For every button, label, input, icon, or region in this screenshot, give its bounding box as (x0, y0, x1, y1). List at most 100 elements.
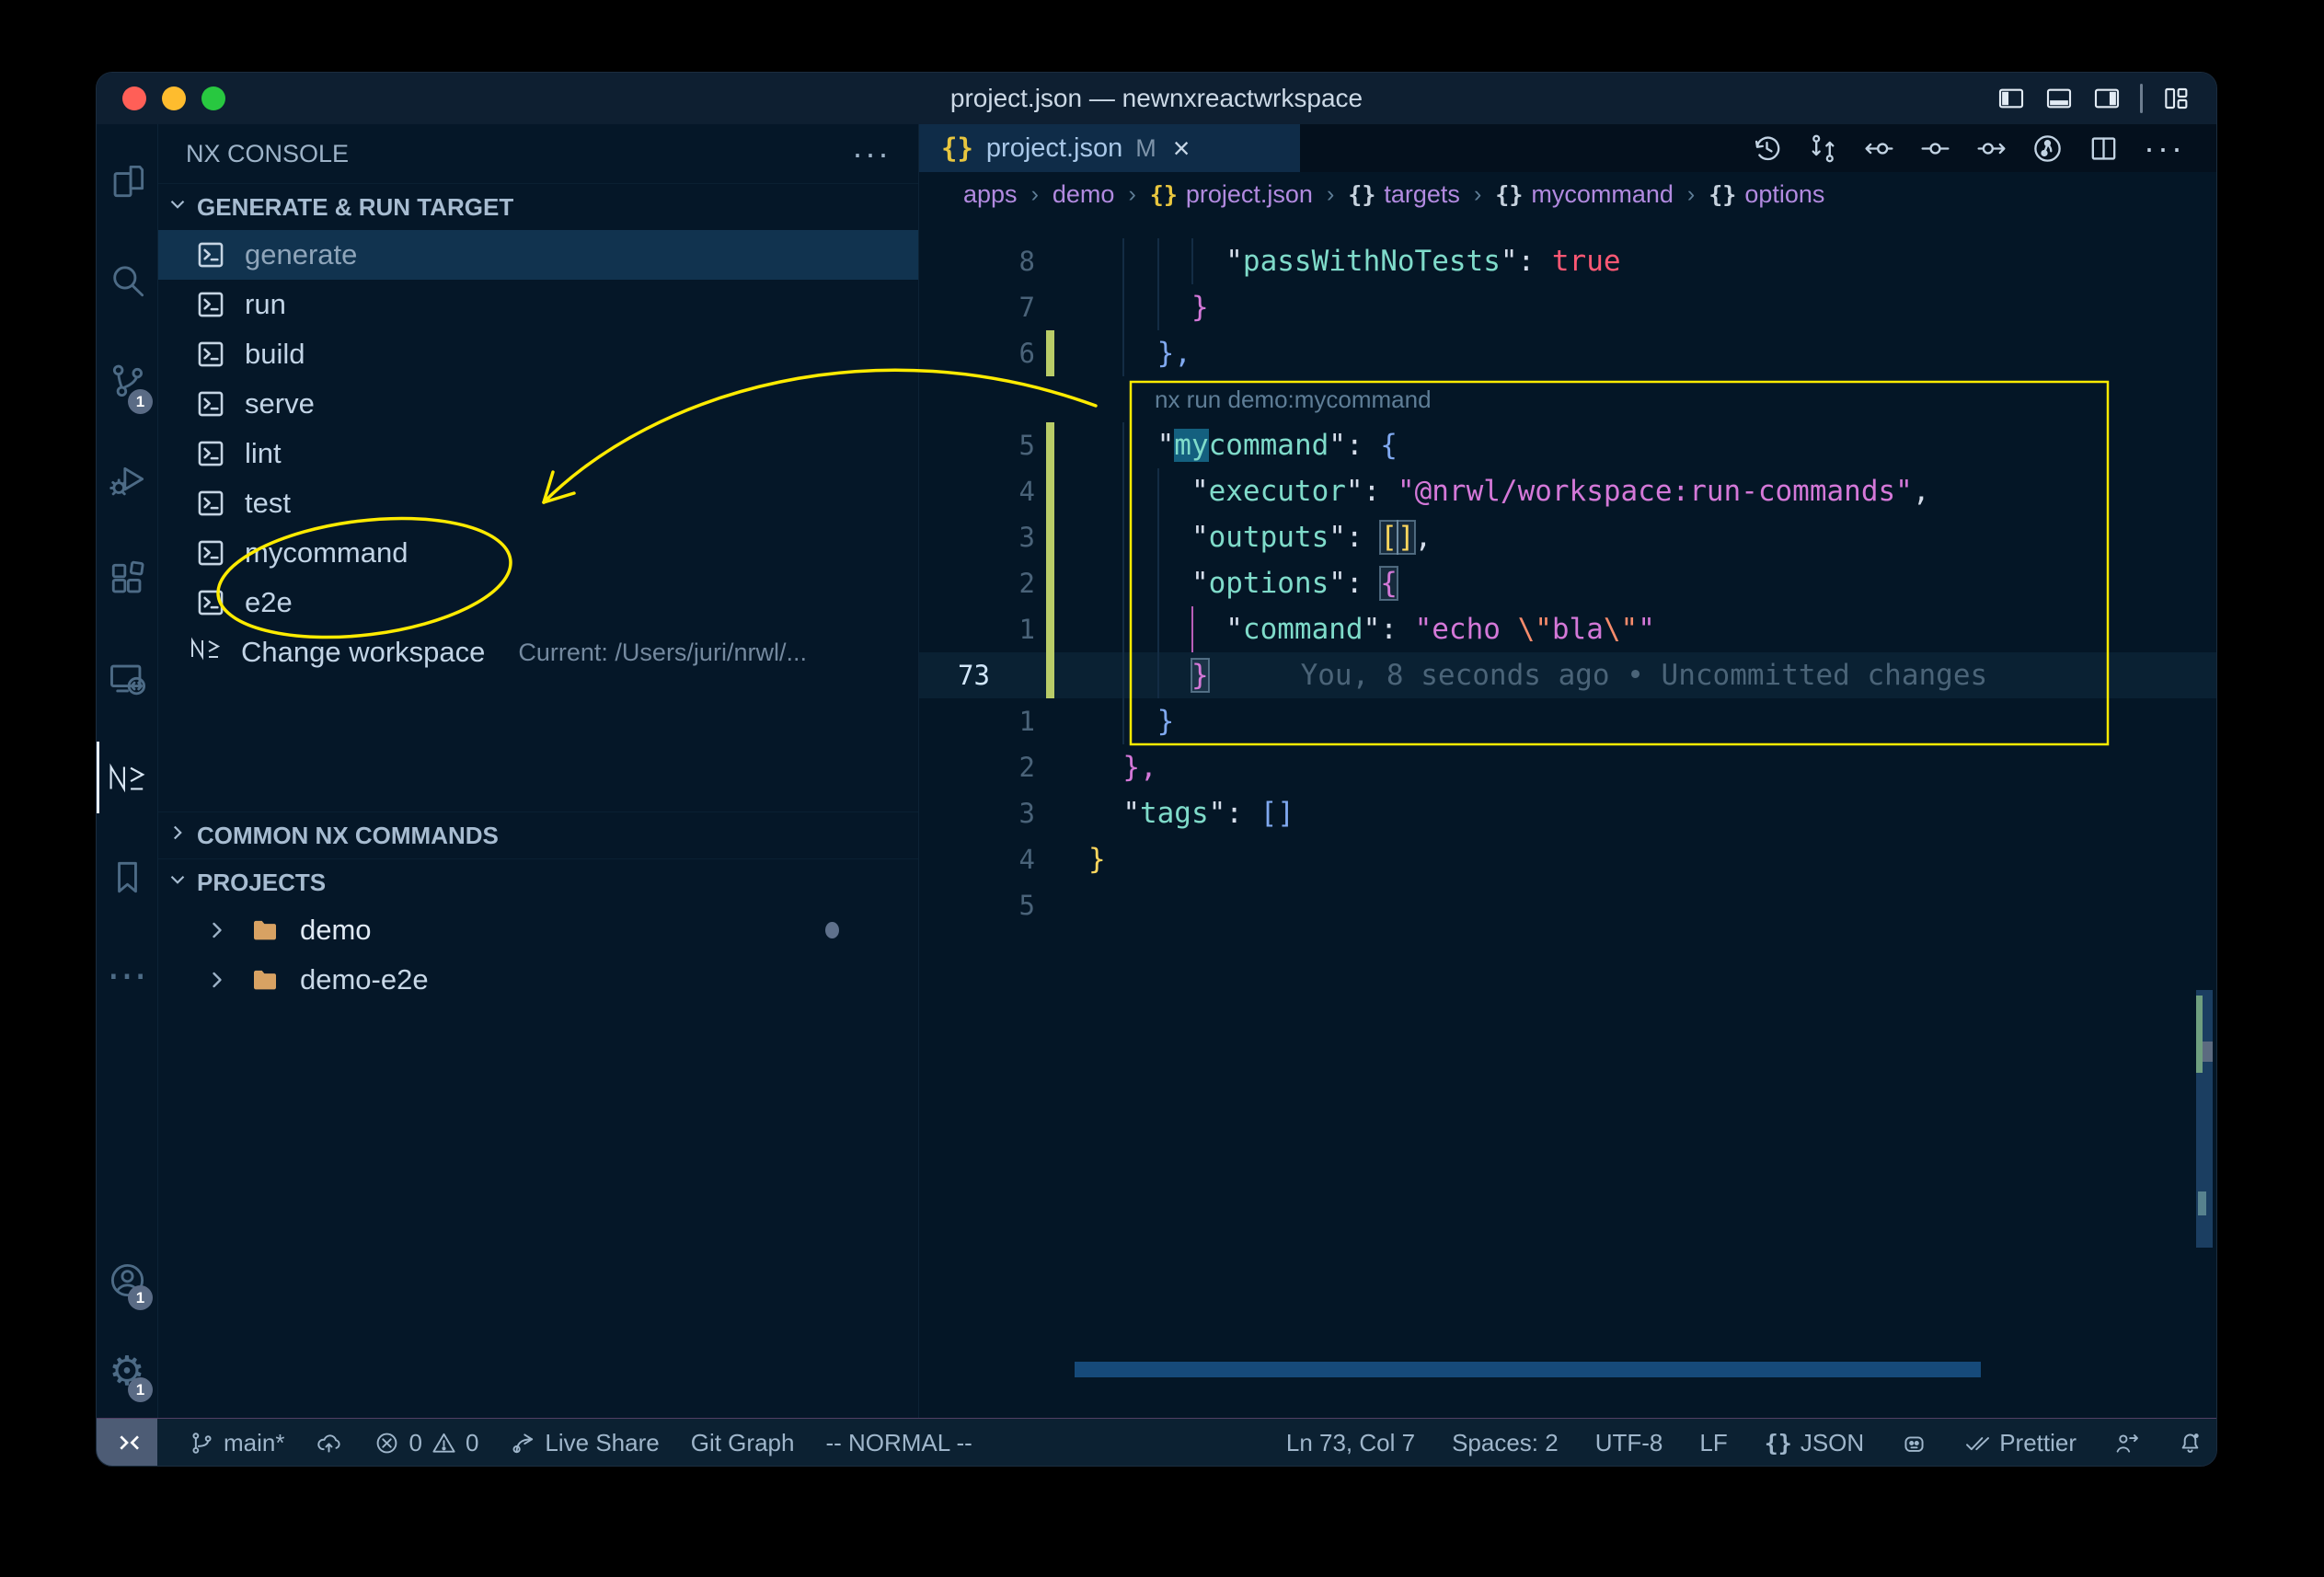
status-item-git-graph[interactable]: Git Graph (691, 1429, 795, 1457)
breadcrumb-item-targets[interactable]: {}targets (1348, 180, 1460, 209)
activity-item-settings[interactable]: ⚙1 (97, 1326, 157, 1418)
target-item-test[interactable]: test (158, 478, 918, 528)
code-line[interactable]: 6 }, (919, 330, 2216, 376)
activity-item-more-views[interactable]: ⋯ (97, 927, 157, 1026)
activity-item-search[interactable] (97, 231, 157, 330)
line-number[interactable]: 5 (919, 422, 1035, 468)
breadcrumb-item-apps[interactable]: apps (963, 180, 1018, 209)
tab-project-json[interactable]: {} project.json M × (919, 124, 1300, 172)
code-line[interactable]: 4 "executor": "@nrwl/workspace:run-comma… (919, 468, 2216, 514)
line-number[interactable]: 8 (919, 238, 1035, 284)
overview-ruler[interactable] (2196, 124, 2213, 1418)
target-item-lint[interactable]: lint (158, 429, 918, 478)
indent (1088, 606, 1122, 652)
current-change-icon[interactable] (1919, 132, 1951, 165)
breadcrumb-item-project.json[interactable]: {}project.json (1150, 180, 1313, 209)
status-item-language-mode[interactable]: {}JSON (1765, 1429, 1864, 1457)
indent-guide (1157, 652, 1191, 698)
close-window-button[interactable] (122, 86, 146, 110)
status-item-indentation[interactable]: Spaces: 2 (1452, 1429, 1559, 1457)
target-item-e2e[interactable]: e2e (158, 578, 918, 627)
section-projects[interactable]: PROJECTS (158, 858, 918, 905)
code-editor[interactable]: 8 "passWithNoTests": true7 }6 },nx run d… (919, 216, 2216, 1418)
more-actions-icon[interactable]: ··· (2144, 129, 2185, 167)
line-number[interactable]: 5 (919, 882, 1035, 928)
section-common-nx-commands[interactable]: COMMON NX COMMANDS (158, 812, 918, 858)
target-item-serve[interactable]: serve (158, 379, 918, 429)
history-icon[interactable] (1751, 132, 1783, 165)
target-item-generate[interactable]: generate (158, 230, 918, 280)
status-item-feedback[interactable] (2113, 1430, 2140, 1456)
layout-sidebar-right-icon[interactable] (2092, 84, 2122, 113)
activity-item-accounts[interactable]: 1 (97, 1234, 157, 1326)
activity-item-remote-explorer[interactable] (97, 628, 157, 728)
target-item-run[interactable]: run (158, 280, 918, 329)
code-line[interactable]: 8 "passWithNoTests": true (919, 238, 2216, 284)
project-item-demo[interactable]: demo (158, 905, 918, 955)
line-number[interactable]: 3 (919, 514, 1035, 560)
activity-item-source-control[interactable]: 1 (97, 330, 157, 430)
status-item-vim-mode[interactable]: -- NORMAL -- (825, 1429, 972, 1457)
line-number[interactable]: 6 (919, 330, 1035, 376)
activity-item-explorer[interactable] (97, 132, 157, 231)
activity-item-extensions[interactable] (97, 529, 157, 628)
breadcrumb-item-options[interactable]: {}options (1708, 180, 1824, 209)
project-item-demo-e2e[interactable]: demo-e2e (158, 955, 918, 1005)
horizontal-scrollbar[interactable] (1075, 1362, 1981, 1377)
minimize-window-button[interactable] (162, 86, 186, 110)
activity-item-bookmarks[interactable] (97, 827, 157, 927)
codelens-line[interactable]: nx run demo:mycommand (919, 376, 2216, 422)
code-line[interactable]: 1 "command": "echo \"bla\"" (919, 606, 2216, 652)
status-item-eol[interactable]: LF (1699, 1429, 1727, 1457)
token: my (1174, 429, 1208, 462)
status-item-notifications[interactable] (2177, 1430, 2203, 1456)
line-number[interactable]: 3 (919, 790, 1035, 836)
code-line[interactable]: 3 "tags": [] (919, 790, 2216, 836)
code-line[interactable]: 5 (919, 882, 2216, 928)
line-number[interactable]: 4 (919, 836, 1035, 882)
compare-changes-icon[interactable] (1807, 132, 1839, 165)
line-number[interactable]: 7 (919, 284, 1035, 330)
code-line[interactable]: 1 } (919, 698, 2216, 744)
change-workspace-item[interactable]: Change workspace Current: /Users/juri/nr… (158, 627, 918, 677)
previous-change-icon[interactable] (1863, 132, 1895, 165)
layout-panel-icon[interactable] (2044, 84, 2074, 113)
zoom-window-button[interactable] (201, 86, 225, 110)
remote-indicator[interactable] (97, 1419, 157, 1467)
breadcrumb-item-demo[interactable]: demo (1053, 180, 1115, 209)
code-line[interactable]: 73 }You, 8 seconds ago • Uncommitted cha… (919, 652, 2216, 698)
section-generate-run-target[interactable]: GENERATE & RUN TARGET (158, 183, 918, 230)
status-item-problems[interactable]: 00 (374, 1429, 478, 1457)
target-item-mycommand[interactable]: mycommand (158, 528, 918, 578)
line-number[interactable]: 73 (919, 652, 1105, 698)
target-item-build[interactable]: build (158, 329, 918, 379)
code-line[interactable]: 2 "options": { (919, 560, 2216, 606)
code-line[interactable]: 2 }, (919, 744, 2216, 790)
line-number[interactable]: 2 (919, 560, 1035, 606)
status-item-prettier[interactable]: Prettier (1964, 1429, 2077, 1457)
status-item-robot[interactable] (1901, 1430, 1927, 1456)
commit-graph-icon[interactable] (2031, 132, 2064, 165)
next-change-icon[interactable] (1975, 132, 2008, 165)
status-item-publish[interactable] (316, 1430, 342, 1456)
line-number[interactable]: 1 (919, 606, 1035, 652)
line-number[interactable]: 1 (919, 698, 1035, 744)
sidebar-more-actions-icon[interactable]: ··· (852, 134, 891, 173)
layout-sidebar-left-icon[interactable] (1996, 84, 2026, 113)
line-number[interactable]: 2 (919, 744, 1035, 790)
breadcrumb-item-mycommand[interactable]: {}mycommand (1495, 180, 1674, 209)
code-line[interactable]: 3 "outputs": [], (919, 514, 2216, 560)
code-line[interactable]: 7 } (919, 284, 2216, 330)
layout-customize-icon[interactable] (2161, 84, 2191, 113)
status-item-cursor-position[interactable]: Ln 73, Col 7 (1286, 1429, 1415, 1457)
status-item-encoding[interactable]: UTF-8 (1595, 1429, 1663, 1457)
line-number[interactable]: 4 (919, 468, 1035, 514)
split-editor-icon[interactable] (2088, 132, 2120, 165)
code-line[interactable]: 5 "mycommand": { (919, 422, 2216, 468)
activity-item-run-debug[interactable] (97, 430, 157, 529)
status-item-branch[interactable]: main* (189, 1429, 284, 1457)
close-tab-icon[interactable]: × (1173, 132, 1191, 166)
status-item-live-share[interactable]: Live Share (510, 1429, 659, 1457)
code-line[interactable]: 4} (919, 836, 2216, 882)
activity-item-nx-console[interactable] (97, 728, 157, 827)
